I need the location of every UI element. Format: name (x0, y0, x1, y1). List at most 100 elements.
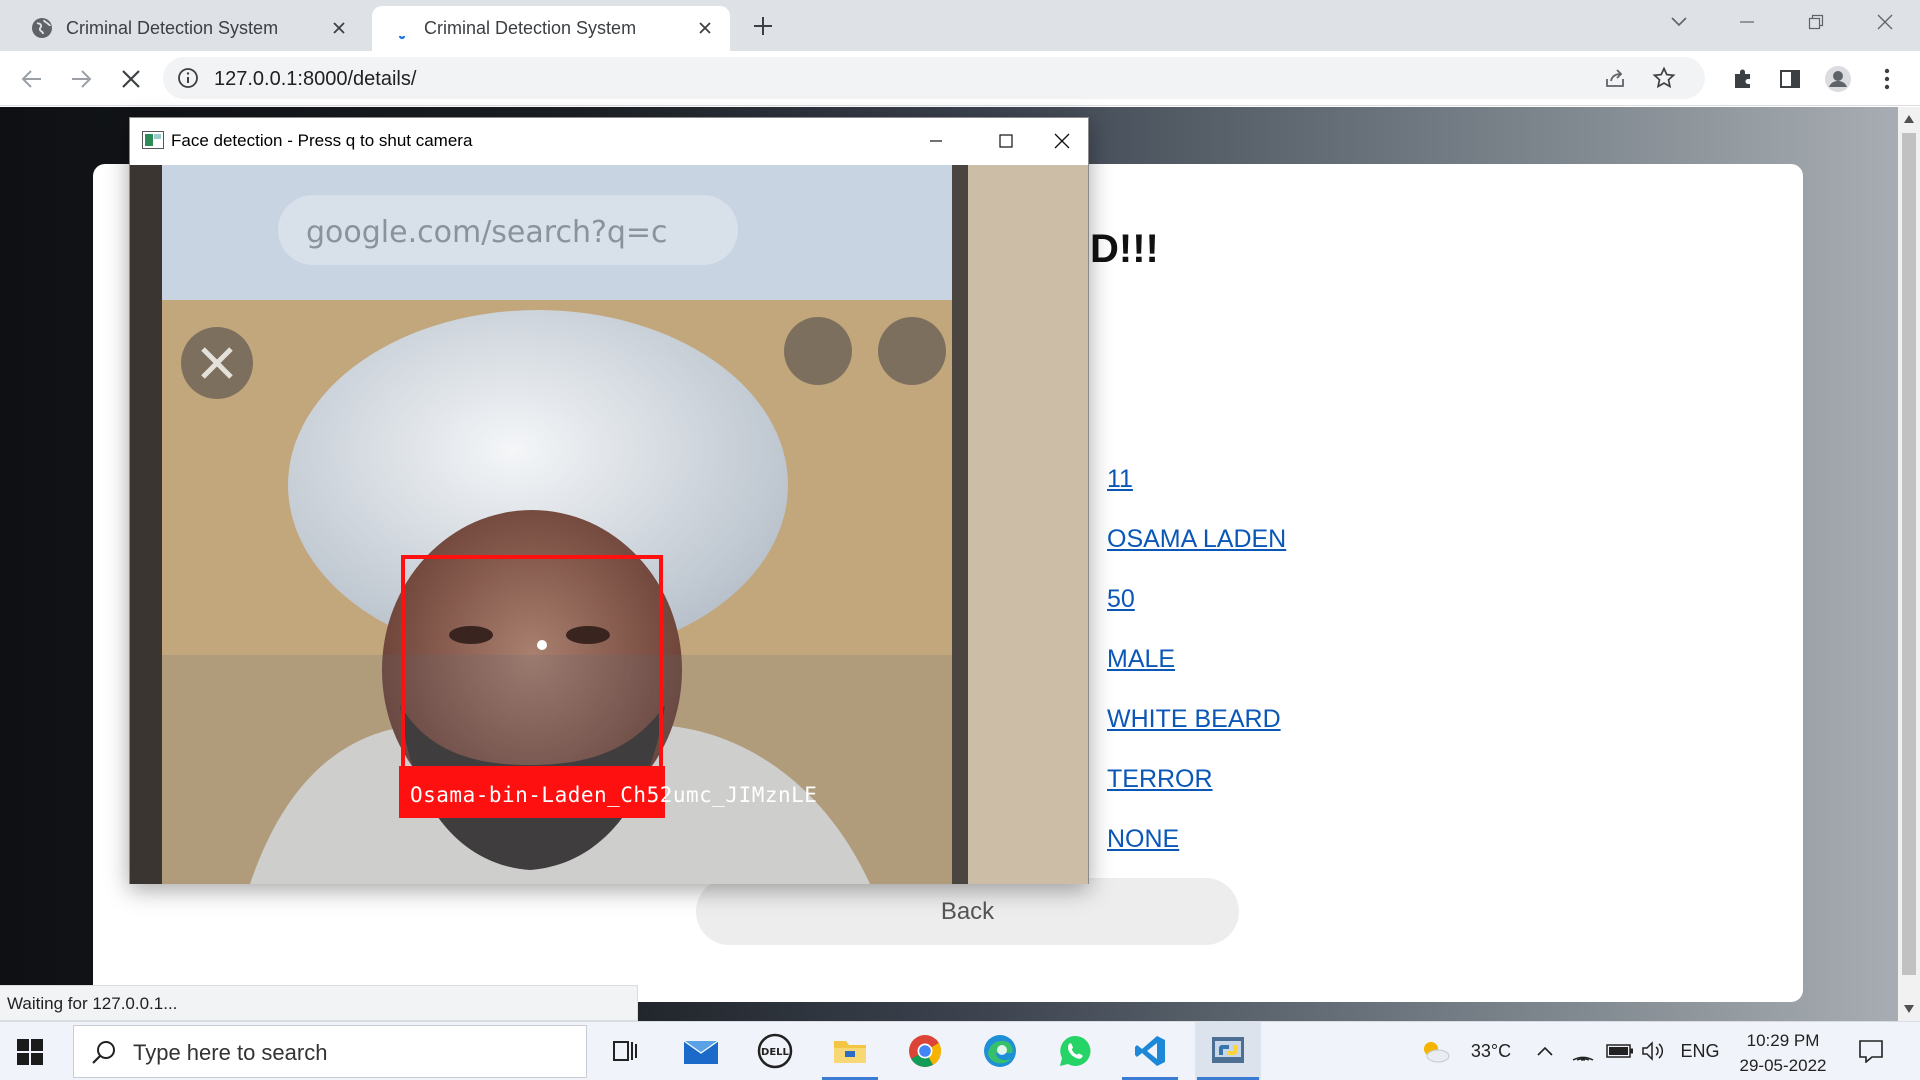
minimize-icon (930, 140, 942, 142)
mail-icon (683, 1040, 719, 1064)
taskbar-file-explorer[interactable] (820, 1022, 880, 1080)
dell-icon: DELL (757, 1033, 793, 1069)
close-window-button[interactable] (1860, 4, 1910, 40)
notification-icon[interactable] (1856, 1038, 1886, 1064)
search-icon (92, 1041, 115, 1064)
close-icon[interactable] (326, 15, 352, 41)
tab-strip: Criminal Detection System Criminal Detec… (0, 0, 1920, 51)
system-clock[interactable]: 10:29 PM 29-05-2022 (1735, 1028, 1831, 1078)
url-text[interactable]: 127.0.0.1:8000/details/ (214, 68, 416, 91)
tab-criminal-detection-2[interactable]: Criminal Detection System (372, 6, 730, 51)
close-icon (122, 70, 140, 88)
extensions-button[interactable] (1728, 64, 1758, 94)
taskbar-mail[interactable] (671, 1022, 731, 1080)
taskbar-dell[interactable]: DELL (745, 1022, 805, 1080)
python-window-icon (1212, 1037, 1244, 1063)
maximize-icon (999, 134, 1013, 148)
minimize-button[interactable] (1722, 4, 1772, 40)
tab-title: Criminal Detection System (66, 18, 279, 38)
taskbar-python[interactable] (1195, 1022, 1261, 1080)
windows-taskbar: Type here to search DELL 33°C ENG 10:29 … (0, 1021, 1920, 1080)
puzzle-icon (1735, 69, 1750, 88)
face-detection-window[interactable]: Face detection - Press q to shut camera (129, 117, 1089, 884)
weather-temperature[interactable]: 33°C (1465, 1038, 1517, 1064)
globe-icon (32, 18, 52, 38)
page-heading: D!!! (1090, 227, 1159, 271)
status-bar: Waiting for 127.0.0.1... (0, 985, 638, 1021)
search-placeholder: Type here to search (133, 1040, 328, 1065)
side-panel-button[interactable] (1775, 64, 1805, 94)
plus-icon (754, 17, 772, 35)
tab-criminal-detection-1[interactable]: Criminal Detection System (12, 6, 364, 51)
edge-icon (984, 1035, 1016, 1067)
back-button[interactable]: Back (696, 878, 1239, 945)
clock-time: 10:29 PM (1746, 1031, 1820, 1050)
camera-minimize-button[interactable] (913, 126, 959, 156)
battery-icon[interactable] (1605, 1038, 1635, 1064)
detail-crime-link[interactable]: TERROR (1107, 765, 1213, 794)
weather-icon[interactable] (1418, 1038, 1452, 1064)
detail-identity-mark-link[interactable]: WHITE BEARD (1107, 705, 1281, 734)
folder-icon (834, 1041, 866, 1063)
chevron-down-icon (1671, 17, 1687, 27)
profile-button[interactable] (1823, 64, 1853, 94)
restore-button[interactable] (1791, 4, 1841, 40)
camera-window-title: Face detection - Press q to shut camera (171, 131, 473, 150)
menu-button[interactable] (1872, 64, 1902, 94)
clock-date: 29-05-2022 (1739, 1056, 1827, 1075)
face-detection-box (401, 555, 663, 770)
whatsapp-icon (1060, 1035, 1091, 1066)
camera-close-button[interactable] (1039, 126, 1085, 156)
taskbar-edge[interactable] (970, 1022, 1030, 1080)
stop-loading-button[interactable] (116, 64, 146, 94)
taskbar-search-box[interactable]: Type here to search (73, 1025, 587, 1078)
kebab-menu-icon (1884, 68, 1890, 90)
tab-title: Criminal Detection System (424, 18, 637, 38)
loading-spinner-icon (398, 35, 406, 40)
new-tab-button[interactable] (748, 11, 778, 41)
scroll-thumb[interactable] (1902, 133, 1916, 975)
bookmark-star-icon[interactable] (1652, 66, 1676, 90)
camera-maximize-button[interactable] (983, 126, 1029, 156)
share-icon[interactable] (1603, 66, 1627, 90)
chrome-icon (909, 1035, 941, 1067)
opencv-window-icon (142, 131, 164, 149)
page-scrollbar[interactable] (1898, 107, 1920, 1021)
taskbar-chrome[interactable] (895, 1022, 955, 1080)
camera-window-titlebar[interactable]: Face detection - Press q to shut camera (130, 118, 1088, 164)
camera-feed: google.com/search?q=c Osama-bin-Laden_Ch… (130, 165, 1088, 884)
chevron-up-icon[interactable] (1535, 1038, 1555, 1064)
forward-nav-button[interactable] (66, 64, 96, 94)
task-view-button[interactable] (594, 1022, 654, 1080)
minimize-icon (1740, 21, 1754, 23)
tab-search-button[interactable] (1654, 4, 1704, 40)
volume-icon[interactable] (1641, 1038, 1665, 1064)
restore-icon (1808, 14, 1824, 30)
side-panel-icon (1780, 70, 1800, 88)
detail-id-link[interactable]: 11 (1107, 465, 1133, 494)
address-bar[interactable]: 127.0.0.1:8000/details/ (163, 57, 1705, 99)
back-nav-button[interactable] (17, 64, 47, 94)
detail-other-link[interactable]: NONE (1107, 825, 1179, 854)
detail-name-link[interactable]: OSAMA LADEN (1107, 525, 1286, 554)
info-icon[interactable] (177, 67, 199, 89)
close-icon (1877, 14, 1893, 30)
windows-start-icon[interactable] (16, 1038, 44, 1066)
arrow-right-icon (72, 70, 92, 88)
taskbar-whatsapp[interactable] (1045, 1022, 1105, 1080)
detail-age-link[interactable]: 50 (1107, 585, 1135, 614)
task-view-icon (613, 1041, 637, 1061)
arrow-left-icon (21, 70, 41, 88)
taskbar-vscode[interactable] (1120, 1022, 1180, 1080)
wifi-icon[interactable] (1570, 1038, 1596, 1064)
vscode-icon (1135, 1036, 1165, 1066)
detection-label: Osama-bin-Laden_Ch52umc_JIMznLE (410, 783, 818, 807)
scroll-down-icon[interactable] (1903, 1003, 1915, 1015)
language-indicator[interactable]: ENG (1680, 1038, 1720, 1064)
browser-toolbar: 127.0.0.1:8000/details/ (0, 51, 1920, 106)
phone-url-text: google.com/search?q=c (306, 215, 668, 250)
detail-gender-link[interactable]: MALE (1107, 645, 1175, 674)
close-icon (1054, 133, 1070, 149)
close-icon[interactable] (692, 15, 718, 41)
scroll-up-icon[interactable] (1903, 113, 1915, 125)
